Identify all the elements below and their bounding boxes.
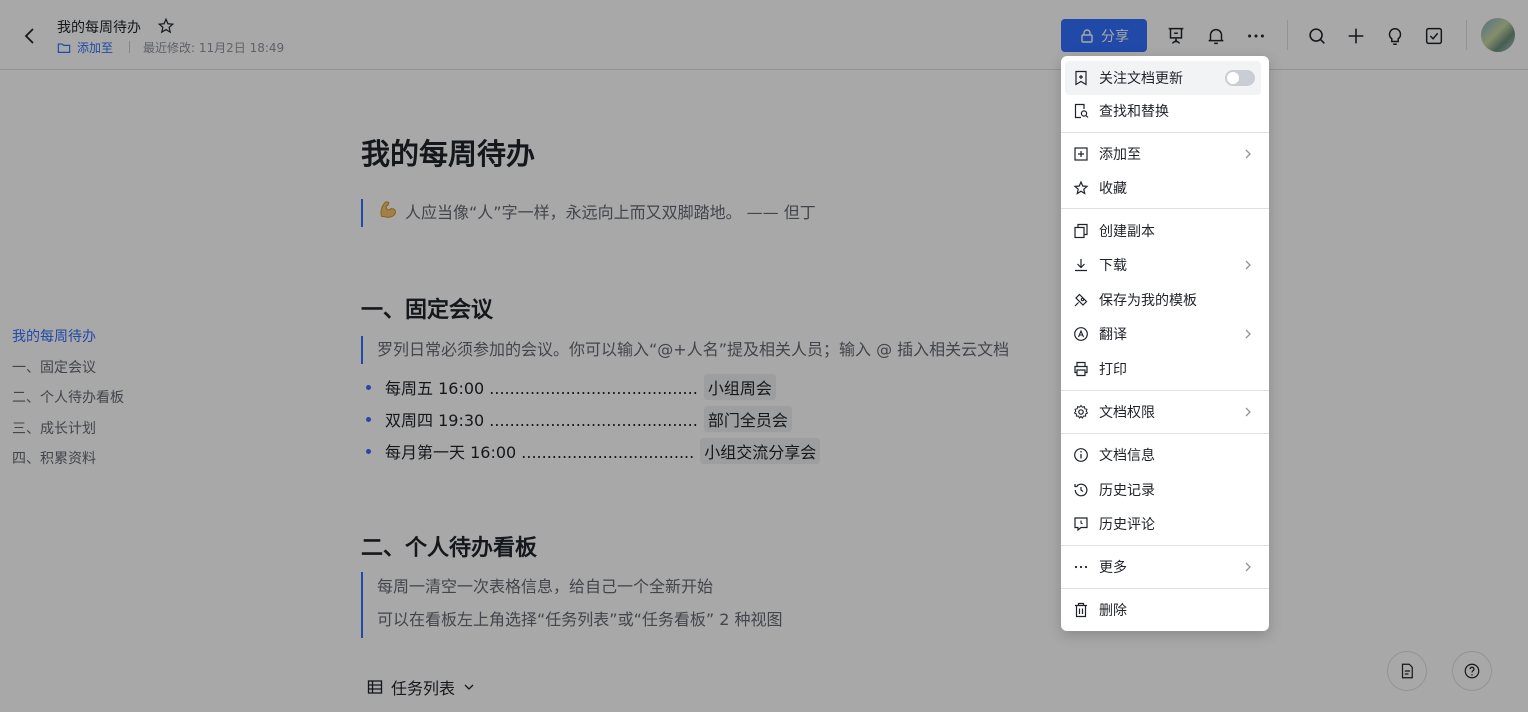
menu-item-save-template[interactable]: 保存为我的模板 bbox=[1061, 283, 1269, 317]
download-icon bbox=[1073, 257, 1089, 273]
menu-item-permissions[interactable]: 文档权限 bbox=[1061, 395, 1269, 429]
comment-history-icon bbox=[1073, 516, 1089, 532]
menu-divider bbox=[1061, 588, 1269, 589]
menu-divider bbox=[1061, 208, 1269, 209]
menu-item-label: 文档信息 bbox=[1099, 448, 1155, 464]
chevron-right-icon bbox=[1245, 562, 1251, 572]
menu-item-follow-updates[interactable]: 关注文档更新 bbox=[1065, 61, 1261, 95]
gear-icon bbox=[1073, 404, 1089, 420]
menu-item-copy[interactable]: 创建副本 bbox=[1061, 214, 1269, 248]
menu-item-label: 下载 bbox=[1099, 258, 1127, 274]
menu-item-label: 历史评论 bbox=[1099, 517, 1155, 533]
follow-toggle[interactable] bbox=[1225, 70, 1255, 86]
menu-item-history-comments[interactable]: 历史评论 bbox=[1061, 507, 1269, 541]
menu-item-favorite[interactable]: 收藏 bbox=[1061, 171, 1269, 205]
menu-item-label: 翻译 bbox=[1099, 327, 1127, 343]
menu-item-label: 更多 bbox=[1099, 560, 1127, 576]
menu-item-label: 删除 bbox=[1099, 603, 1127, 619]
translate-icon bbox=[1073, 326, 1089, 342]
menu-item-more[interactable]: 更多 bbox=[1061, 550, 1269, 584]
menu-item-label: 保存为我的模板 bbox=[1099, 293, 1197, 309]
menu-item-history[interactable]: 历史记录 bbox=[1061, 473, 1269, 507]
copy-icon bbox=[1073, 223, 1089, 239]
menu-item-delete[interactable]: 删除 bbox=[1061, 593, 1269, 627]
menu-item-doc-info[interactable]: 文档信息 bbox=[1061, 438, 1269, 472]
ellipsis-icon bbox=[1073, 559, 1089, 575]
menu-item-add-to[interactable]: 添加至 bbox=[1061, 137, 1269, 171]
menu-item-label: 文档权限 bbox=[1099, 405, 1155, 421]
more-menu: 关注文档更新 查找和替换 添加至 收藏 创建副本 下载 保存为我的模板 翻译 打… bbox=[1061, 56, 1269, 631]
menu-item-label: 历史记录 bbox=[1099, 483, 1155, 499]
menu-item-print[interactable]: 打印 bbox=[1061, 352, 1269, 386]
chevron-right-icon bbox=[1245, 329, 1251, 339]
info-icon bbox=[1073, 447, 1089, 463]
template-icon bbox=[1073, 292, 1089, 308]
menu-item-label: 查找和替换 bbox=[1099, 104, 1169, 120]
menu-item-download[interactable]: 下载 bbox=[1061, 248, 1269, 282]
menu-item-translate[interactable]: 翻译 bbox=[1061, 317, 1269, 351]
menu-item-label: 打印 bbox=[1099, 362, 1127, 378]
chevron-right-icon bbox=[1245, 407, 1251, 417]
menu-divider bbox=[1061, 132, 1269, 133]
menu-divider bbox=[1061, 433, 1269, 434]
bookmark-plus-icon bbox=[1073, 70, 1089, 86]
chevron-right-icon bbox=[1245, 149, 1251, 159]
find-replace-icon bbox=[1073, 103, 1089, 119]
printer-icon bbox=[1073, 361, 1089, 377]
menu-item-label: 收藏 bbox=[1099, 181, 1127, 197]
menu-item-label: 添加至 bbox=[1099, 147, 1141, 163]
trash-icon bbox=[1073, 602, 1089, 618]
menu-divider bbox=[1061, 390, 1269, 391]
chevron-right-icon bbox=[1245, 260, 1251, 270]
history-icon bbox=[1073, 482, 1089, 498]
star-icon bbox=[1073, 180, 1089, 196]
menu-item-label: 关注文档更新 bbox=[1099, 71, 1183, 87]
menu-item-find-replace[interactable]: 查找和替换 bbox=[1061, 94, 1269, 128]
modal-overlay[interactable] bbox=[0, 0, 1528, 712]
menu-item-label: 创建副本 bbox=[1099, 224, 1155, 240]
add-box-icon bbox=[1073, 146, 1089, 162]
menu-divider bbox=[1061, 545, 1269, 546]
